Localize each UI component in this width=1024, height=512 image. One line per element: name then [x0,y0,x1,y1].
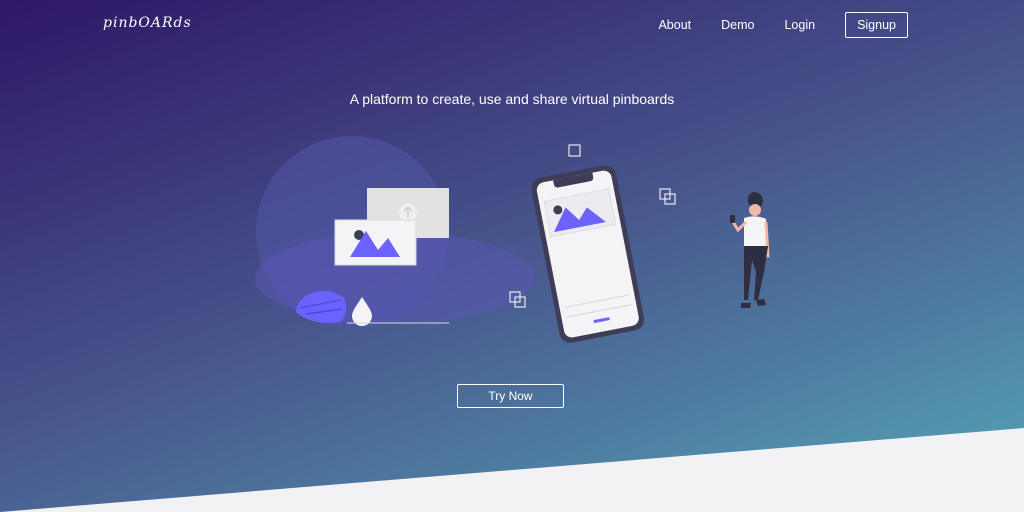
hero-illustration [255,136,770,343]
smartphone [531,165,645,343]
square-icon [568,144,581,157]
try-now-button[interactable]: Try Now [457,384,564,408]
image-card [334,219,417,266]
copy-icon-right [659,188,676,205]
person-figure [730,192,770,308]
